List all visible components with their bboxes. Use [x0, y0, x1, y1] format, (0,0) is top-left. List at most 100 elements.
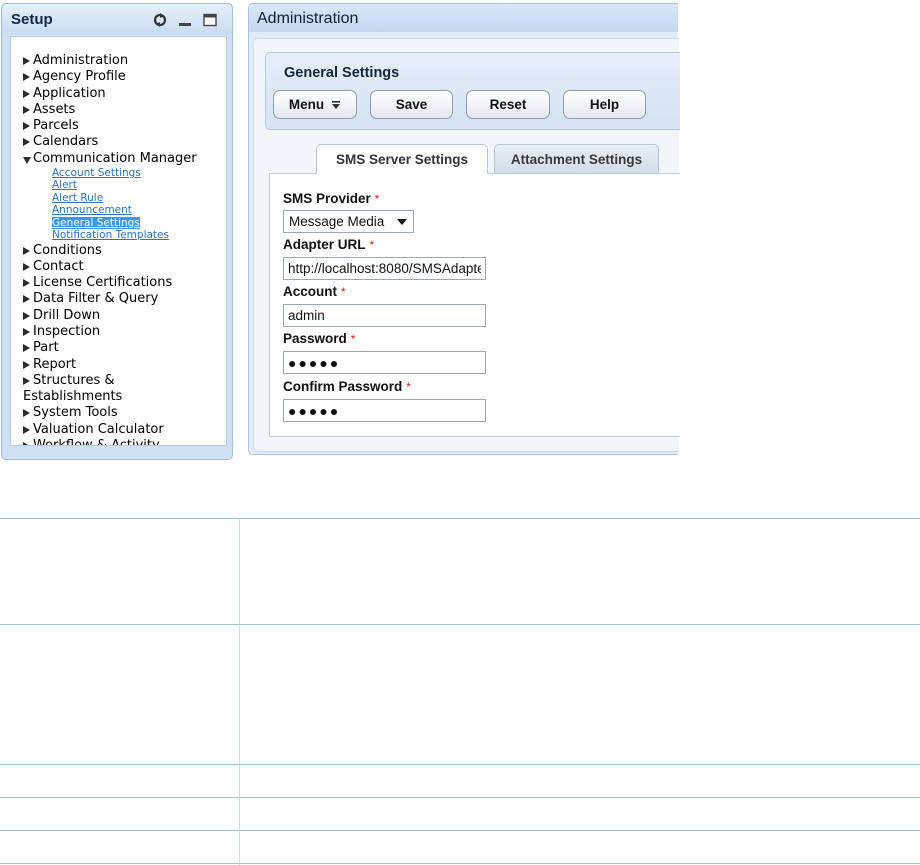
administration-panel: Administration General Settings Menu Sav… — [248, 3, 680, 455]
tree-item-label: Application — [33, 85, 106, 101]
confirm-password-input[interactable] — [283, 399, 486, 422]
tree-subitem: Alert Rule — [52, 192, 197, 204]
menu-button[interactable]: Menu — [273, 90, 357, 119]
setup-tree: Administration Agency Profile Application A… — [10, 36, 227, 446]
collapsed-arrow-icon[interactable] — [23, 122, 30, 131]
tree-item[interactable]: Structures & Establishments — [23, 373, 197, 406]
administration-title: Administration — [257, 10, 359, 27]
tree-item[interactable]: Report — [23, 357, 197, 373]
tree-item-label: Assets — [33, 101, 76, 117]
adapter-url-label: Adapter URL * — [283, 237, 374, 252]
setup-panel: Setup Administration Agency Profile Applic… — [1, 3, 233, 460]
tree-item[interactable]: Workflow & Activity — [23, 438, 197, 445]
tree-subitem: Announcement — [52, 204, 197, 216]
required-mark: * — [406, 380, 411, 394]
sms-provider-label-text: SMS Provider — [283, 191, 371, 206]
tree-item[interactable]: Contact — [23, 259, 197, 275]
collapsed-arrow-icon[interactable] — [23, 311, 30, 320]
tree-subitem-link[interactable]: Account Settings — [52, 167, 141, 179]
collapsed-arrow-icon[interactable] — [23, 73, 30, 82]
tree-subitem: Account Settings — [52, 167, 197, 179]
tab-sms-server-settings[interactable]: SMS Server Settings — [316, 144, 488, 174]
tree-subitem-link[interactable]: General Settings — [52, 216, 140, 229]
tree-item[interactable]: Parcels — [23, 118, 197, 134]
collapsed-arrow-icon[interactable] — [23, 262, 30, 271]
tree-item-label-continued: Establishments — [23, 389, 123, 405]
collapsed-arrow-icon[interactable] — [23, 409, 30, 418]
tree-item-label: Data Filter & Query — [33, 291, 159, 307]
collapsed-arrow-icon[interactable] — [23, 57, 30, 65]
tree-sublist: Account Settings Alert Alert Rule Announcem… — [52, 167, 197, 242]
tree-item-label: Administration — [33, 53, 129, 68]
collapsed-arrow-icon[interactable] — [23, 376, 30, 385]
tree-item-label: Report — [33, 356, 77, 372]
table-rule — [0, 764, 920, 765]
required-mark: * — [341, 285, 346, 299]
tree-item[interactable]: Valuation Calculator — [23, 422, 197, 438]
collapsed-arrow-icon[interactable] — [23, 105, 30, 114]
tab-attachment-settings[interactable]: Attachment Settings — [494, 144, 659, 173]
required-mark: * — [350, 332, 356, 346]
account-input[interactable] — [283, 304, 486, 327]
tree-subitem-link[interactable]: Notification Templates — [52, 229, 169, 241]
sms-provider-select[interactable]: Message Media — [283, 210, 414, 233]
collapsed-arrow-icon[interactable] — [23, 328, 30, 336]
collapsed-arrow-icon[interactable] — [23, 425, 30, 434]
collapsed-arrow-icon[interactable] — [23, 246, 30, 255]
tree-item[interactable]: Drill Down — [23, 308, 197, 324]
save-button[interactable]: Save — [370, 90, 453, 119]
sms-provider-value: Message Media — [289, 214, 385, 229]
tree-subitem-link[interactable]: Alert — [52, 179, 77, 191]
collapsed-arrow-icon[interactable] — [23, 442, 30, 445]
tree-item[interactable]: Inspection — [23, 324, 197, 340]
password-label-text: Password — [283, 331, 347, 346]
account-label: Account * — [283, 284, 346, 299]
refresh-icon[interactable] — [153, 13, 167, 27]
collapsed-arrow-icon[interactable] — [23, 279, 30, 288]
tree-item[interactable]: Conditions — [23, 243, 197, 259]
tree-subitem: Alert — [52, 179, 197, 191]
tree-item-label: Inspection — [33, 324, 101, 339]
setup-tree-list: Administration Agency Profile Application A… — [23, 53, 197, 445]
tree-item[interactable]: System Tools — [23, 405, 197, 421]
tree-item-label: Conditions — [33, 242, 102, 258]
password-input[interactable] — [283, 351, 486, 374]
tree-item-label: Calendars — [33, 134, 99, 150]
account-label-text: Account — [283, 284, 337, 299]
menu-dropdown-icon — [332, 100, 341, 109]
help-button[interactable]: Help — [563, 90, 646, 119]
setup-header: Setup — [2, 4, 232, 34]
tree-subitem-link[interactable]: Announcement — [52, 204, 132, 216]
tree-item-label: Communication Manager — [33, 150, 197, 166]
collapsed-arrow-icon[interactable] — [23, 360, 30, 369]
administration-body: General Settings Menu Save Reset Help SM… — [253, 38, 680, 452]
expanded-arrow-icon[interactable] — [23, 156, 31, 164]
tree-item[interactable]: Agency Profile — [23, 69, 197, 85]
tree-subitem: Notification Templates — [52, 229, 197, 241]
tree-item-label: Agency Profile — [33, 69, 126, 85]
minimize-icon[interactable] — [178, 13, 192, 27]
collapsed-arrow-icon[interactable] — [23, 89, 30, 98]
tree-item-label: Valuation Calculator — [33, 421, 164, 437]
collapsed-arrow-icon[interactable] — [23, 295, 30, 304]
tree-subitem-link[interactable]: Alert Rule — [52, 192, 103, 204]
tree-item[interactable]: Administration — [23, 53, 197, 69]
tree-item[interactable]: License Certifications — [23, 275, 197, 291]
tree-item[interactable]: Communication Manager Account Settings Ale… — [23, 151, 197, 243]
required-mark: * — [369, 238, 375, 252]
maximize-icon[interactable] — [203, 13, 217, 27]
tree-item[interactable]: Part — [23, 340, 197, 356]
password-label: Password * — [283, 331, 355, 346]
reset-button[interactable]: Reset — [466, 90, 550, 119]
tree-item[interactable]: Data Filter & Query — [23, 291, 197, 307]
menu-button-label: Menu — [288, 97, 325, 112]
tree-item[interactable]: Assets — [23, 102, 197, 118]
administration-header: Administration — [249, 4, 678, 32]
tree-item[interactable]: Application — [23, 86, 197, 102]
tree-item[interactable]: Calendars — [23, 134, 197, 150]
collapsed-arrow-icon[interactable] — [23, 344, 30, 353]
table-rule — [0, 518, 920, 519]
sms-settings-form: SMS Provider * Message Media Adapter URL *… — [269, 173, 680, 437]
collapsed-arrow-icon[interactable] — [23, 138, 30, 147]
adapter-url-input[interactable] — [283, 257, 486, 280]
